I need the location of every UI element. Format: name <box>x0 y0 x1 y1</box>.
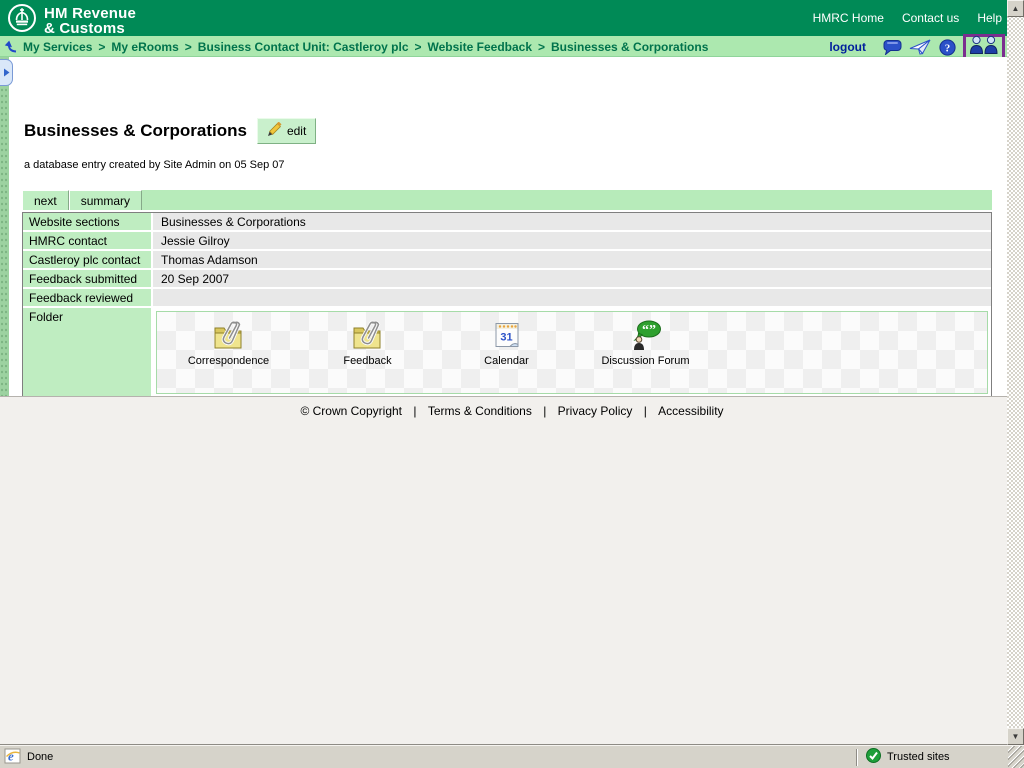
folder-item-label: Feedback <box>343 355 391 367</box>
send-plane-icon[interactable] <box>909 39 932 55</box>
field-label: HMRC contact <box>23 232 153 251</box>
edit-pencil-icon <box>267 122 282 140</box>
table-row: Feedback submitted 20 Sep 2007 <box>23 270 991 289</box>
crumb-my-erooms[interactable]: My eRooms <box>111 40 178 54</box>
folder-cell: Correspondence <box>153 308 991 397</box>
logo-text: HM Revenue & Customs <box>44 6 136 36</box>
folder-item-calendar[interactable]: 31 Calendar <box>437 317 576 367</box>
crumb-separator: > <box>415 40 422 54</box>
field-label: Feedback submitted <box>23 270 153 289</box>
folder-item-label: Correspondence <box>188 355 269 367</box>
crumb-website-feedback[interactable]: Website Feedback <box>428 40 532 54</box>
crumb-separator: > <box>98 40 105 54</box>
field-label: Feedback reviewed <box>23 289 153 308</box>
browser-status-bar: e Done Trusted sites <box>0 745 1024 768</box>
svg-text:e: e <box>8 748 14 763</box>
link-contact-us[interactable]: Contact us <box>902 11 959 25</box>
folder-item-feedback[interactable]: Feedback <box>298 317 437 367</box>
crumb-separator: > <box>538 40 545 54</box>
crumb-current-page[interactable]: Businesses & Corporations <box>551 40 708 54</box>
discussion-forum-icon: “” <box>629 317 663 353</box>
edit-button-label: edit <box>287 124 306 138</box>
folder-item-label: Calendar <box>484 355 529 367</box>
ie-page-icon: e <box>4 748 21 767</box>
entry-byline: a database entry created by Site Admin o… <box>24 159 285 171</box>
folder-row: Folder <box>23 308 991 397</box>
security-zone-section: Trusted sites <box>858 748 1008 766</box>
footer-separator: | <box>413 404 416 418</box>
help-icon[interactable]: ? <box>939 39 956 56</box>
hmrc-banner: HM Revenue & Customs HMRC Home Contact u… <box>0 0 1024 36</box>
edit-button[interactable]: edit <box>257 118 316 144</box>
field-label: Castleroy plc contact <box>23 251 153 270</box>
browser-viewport: HM Revenue & Customs HMRC Home Contact u… <box>0 0 1024 768</box>
table-row: Website sections Businesses & Corporatio… <box>23 213 991 232</box>
footer-link-terms[interactable]: Terms & Conditions <box>428 404 532 418</box>
field-label: Folder <box>23 308 153 397</box>
scroll-up-icon[interactable]: ▲ <box>1007 0 1024 17</box>
hmrc-logo: HM Revenue & Customs <box>7 3 136 38</box>
page-title: Businesses & Corporations <box>24 121 247 141</box>
field-value <box>153 289 991 308</box>
field-value: Businesses & Corporations <box>153 213 991 232</box>
page-footer: © Crown Copyright | Terms & Conditions |… <box>0 404 1024 418</box>
footer-link-accessibility[interactable]: Accessibility <box>658 404 723 418</box>
folder-paperclip-icon <box>212 317 246 353</box>
crown-copyright: © Crown Copyright <box>300 404 402 418</box>
svg-text:31: 31 <box>500 331 512 343</box>
footer-separator: | <box>543 404 546 418</box>
field-value: Thomas Adamson <box>153 251 991 270</box>
sidebar-collapse-strip <box>0 57 9 396</box>
footer-separator: | <box>644 404 647 418</box>
chat-bubble-icon[interactable] <box>883 39 902 55</box>
table-row: Feedback reviewed <box>23 289 991 308</box>
svg-text:?: ? <box>945 42 951 54</box>
folder-paperclip-icon <box>351 317 385 353</box>
footer-link-privacy[interactable]: Privacy Policy <box>558 404 633 418</box>
breadcrumb-bar: My Services > My eRooms > Business Conta… <box>0 36 1024 57</box>
folder-item-label: Discussion Forum <box>601 355 689 367</box>
sidebar-expand-handle[interactable] <box>0 59 13 86</box>
table-row: Castleroy plc contact Thomas Adamson <box>23 251 991 270</box>
folder-item-correspondence[interactable]: Correspondence <box>159 317 298 367</box>
tab-summary[interactable]: summary <box>69 190 142 210</box>
svg-text:“”: “” <box>642 323 656 338</box>
page-lower-area: © Crown Copyright | Terms & Conditions |… <box>0 396 1024 745</box>
calendar-icon: 31 <box>492 317 522 353</box>
link-hmrc-home[interactable]: HMRC Home <box>813 11 884 25</box>
resize-grip <box>1008 746 1024 768</box>
content-area: Businesses & Corporations edit a databas… <box>0 57 1024 396</box>
crumb-business-contact-unit[interactable]: Business Contact Unit: Castleroy plc <box>198 40 409 54</box>
banner-links: HMRC Home Contact us Help <box>813 0 1002 36</box>
field-value: Jessie Gilroy <box>153 232 991 251</box>
trusted-sites-check-icon <box>866 748 881 766</box>
status-section: e Done <box>0 748 856 767</box>
crumb-separator: > <box>185 40 192 54</box>
tab-next[interactable]: next <box>22 190 69 210</box>
members-icon <box>969 35 999 59</box>
up-level-icon[interactable] <box>4 40 17 53</box>
folder-contents: Correspondence <box>156 311 988 394</box>
crumb-my-services[interactable]: My Services <box>23 40 92 54</box>
entry-table: Website sections Businesses & Corporatio… <box>22 212 992 415</box>
logout-link[interactable]: logout <box>829 40 866 54</box>
vertical-scrollbar[interactable]: ▲ ▼ <box>1007 0 1024 745</box>
status-text: Done <box>27 751 53 763</box>
folder-item-discussion-forum[interactable]: “” Discussion Forum <box>576 317 715 367</box>
tab-strip: next summary <box>22 190 992 210</box>
crown-logo-icon <box>7 3 37 38</box>
link-help[interactable]: Help <box>977 11 1002 25</box>
breadcrumb: My Services > My eRooms > Business Conta… <box>4 36 708 57</box>
table-row: HMRC contact Jessie Gilroy <box>23 232 991 251</box>
field-value: 20 Sep 2007 <box>153 270 991 289</box>
security-zone-label: Trusted sites <box>887 751 950 763</box>
field-label: Website sections <box>23 213 153 232</box>
scroll-down-icon[interactable]: ▼ <box>1007 728 1024 745</box>
expand-handle-icon <box>3 68 10 77</box>
